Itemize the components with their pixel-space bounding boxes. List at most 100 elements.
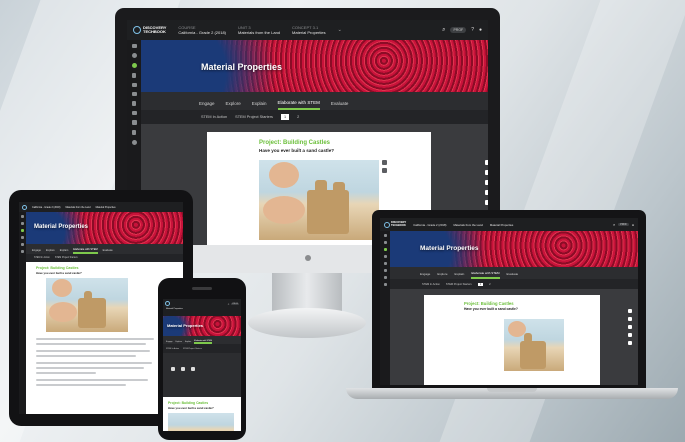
profile-icon[interactable]: ● bbox=[479, 27, 482, 33]
sidebar-item-assess[interactable] bbox=[131, 120, 137, 125]
sidebar-item-book[interactable] bbox=[21, 243, 24, 246]
project-question: Have you ever built a sand castle? bbox=[464, 307, 518, 311]
sidebar-item-map[interactable] bbox=[132, 130, 136, 135]
subtab-stem-project-starters[interactable]: STEM Project Starters bbox=[55, 257, 78, 259]
techbook-logo[interactable]: DISCOVERY TECHBOOK bbox=[133, 26, 166, 34]
subtab-stem-project-starters[interactable]: STEM Project Starters bbox=[446, 283, 472, 286]
share-icon[interactable] bbox=[628, 317, 632, 321]
breadcrumb-course[interactable]: California - Grade 2 (2018) bbox=[413, 223, 446, 227]
breadcrumb-course[interactable]: COURSE California - Grade 2 (2018) bbox=[178, 25, 226, 35]
help-icon[interactable]: ? bbox=[471, 27, 474, 33]
breadcrumb-unit[interactable]: UNIT 3 Materials from the Land bbox=[238, 25, 280, 35]
subtab-stem-in-action[interactable]: STEM In Action bbox=[166, 348, 179, 350]
plus-icon[interactable] bbox=[485, 160, 488, 165]
user-pill[interactable]: PROF bbox=[450, 27, 467, 33]
sidebar-item-book[interactable] bbox=[383, 262, 387, 265]
tab-elaborate[interactable]: Elaborate with STEM bbox=[277, 100, 320, 110]
hero-banner: Material Properties bbox=[141, 40, 488, 92]
left-sidebar bbox=[19, 212, 26, 414]
search-icon[interactable]: ⌕ bbox=[442, 27, 445, 34]
breadcrumb-concept[interactable]: CONCEPT 3.1 Material Properties bbox=[292, 25, 326, 35]
tab-explain[interactable]: Explain bbox=[252, 101, 267, 110]
print-icon[interactable] bbox=[191, 367, 195, 371]
share-icon[interactable] bbox=[181, 367, 185, 371]
phone-speaker bbox=[192, 287, 212, 290]
breadcrumb-unit[interactable]: Materials from the Land bbox=[453, 223, 482, 227]
print-icon[interactable] bbox=[485, 180, 488, 185]
tab-explain[interactable]: Explain bbox=[455, 272, 465, 279]
profile-icon[interactable]: ● bbox=[632, 223, 634, 227]
sidebar-item-home[interactable] bbox=[383, 234, 387, 237]
techbook-logo[interactable] bbox=[22, 204, 27, 210]
sidebar-item-globe[interactable] bbox=[21, 222, 24, 225]
page-1-button[interactable]: 1 bbox=[280, 114, 290, 120]
user-pill[interactable]: PROF bbox=[231, 302, 239, 305]
zoom-out-icon[interactable] bbox=[382, 168, 387, 173]
breadcrumb-unit[interactable]: Materials from the Land bbox=[65, 206, 90, 209]
bookmark-icon[interactable] bbox=[485, 190, 488, 195]
hero-title: Material Properties bbox=[167, 323, 204, 328]
page-2-button[interactable]: 2 bbox=[489, 283, 490, 286]
sub-tabs: STEM In Action STEM Project Starters bbox=[26, 254, 183, 262]
tab-evaluate[interactable]: Evaluate bbox=[507, 272, 519, 279]
sidebar-item-tools[interactable] bbox=[21, 236, 24, 239]
sidebar-item-video[interactable] bbox=[21, 250, 24, 253]
zoom-in-icon[interactable] bbox=[382, 160, 387, 165]
translate-icon[interactable] bbox=[485, 200, 488, 205]
page-2-button[interactable]: 2 bbox=[297, 115, 299, 119]
notes-icon[interactable] bbox=[628, 341, 632, 345]
search-icon[interactable]: ⌕ bbox=[228, 302, 230, 306]
subtab-stem-project-starters[interactable]: STEM Project Starters bbox=[183, 348, 202, 350]
project-question: Have you ever built a sand castle? bbox=[168, 406, 214, 410]
tab-explore[interactable]: Explore bbox=[226, 101, 241, 110]
sidebar-item-notes[interactable] bbox=[383, 283, 387, 286]
sidebar-item-home[interactable] bbox=[21, 215, 24, 218]
sidebar-item-globe[interactable] bbox=[383, 241, 387, 244]
sidebar-item-video[interactable] bbox=[383, 269, 387, 272]
bookmark-icon[interactable] bbox=[628, 333, 632, 337]
sidebar-item-video[interactable] bbox=[131, 92, 137, 96]
print-icon[interactable] bbox=[628, 325, 632, 329]
tab-engage[interactable]: Engage bbox=[420, 272, 430, 279]
breadcrumb-concept[interactable]: Material Properties bbox=[166, 308, 238, 310]
tab-engage[interactable]: Engage bbox=[199, 101, 215, 110]
user-pill[interactable]: PROF bbox=[618, 223, 629, 226]
tab-elaborate[interactable]: Elaborate with STEM bbox=[471, 271, 500, 279]
monitor-stand bbox=[272, 273, 342, 313]
breadcrumb-concept[interactable]: Material Properties bbox=[96, 206, 116, 209]
sidebar-item-tools[interactable] bbox=[132, 73, 136, 78]
sidebar-item-concept[interactable] bbox=[21, 229, 24, 232]
chevron-down-icon[interactable]: ⌄ bbox=[338, 27, 342, 33]
share-icon[interactable] bbox=[485, 170, 488, 175]
subtab-stem-in-action[interactable]: STEM In Action bbox=[422, 283, 440, 286]
tab-explore[interactable]: Explore bbox=[437, 272, 447, 279]
sidebar-item-home[interactable] bbox=[131, 44, 137, 48]
plus-icon[interactable] bbox=[628, 309, 632, 313]
sidebar-item-concept[interactable] bbox=[383, 248, 387, 251]
laptop-device: DISCOVERY TECHBOOK California - Grade 2 … bbox=[372, 210, 646, 390]
sidebar-item-notes[interactable] bbox=[131, 111, 137, 115]
hero-banner: Material Properties bbox=[163, 316, 241, 336]
subtab-stem-in-action[interactable]: STEM In Action bbox=[34, 257, 50, 259]
breadcrumb-concept[interactable]: Material Properties bbox=[490, 223, 513, 227]
search-icon[interactable]: ⌕ bbox=[613, 222, 615, 227]
sidebar-item-lab[interactable] bbox=[383, 276, 387, 279]
tab-evaluate[interactable]: Evaluate bbox=[331, 101, 349, 110]
sidebar-item-globe[interactable] bbox=[131, 53, 137, 58]
hero-title: Material Properties bbox=[201, 62, 283, 72]
page-1-button[interactable]: 1 bbox=[477, 282, 484, 286]
sidebar-item-tools[interactable] bbox=[383, 255, 387, 258]
sub-tabs: STEM In Action STEM Project Starters 1 2 bbox=[390, 279, 638, 289]
techbook-logo[interactable] bbox=[165, 301, 170, 306]
sidebar-item-user[interactable] bbox=[131, 140, 137, 145]
sidebar-item-lab[interactable] bbox=[132, 101, 136, 106]
plus-icon[interactable] bbox=[171, 367, 175, 371]
sidebar-item-book[interactable] bbox=[131, 83, 137, 87]
subtab-stem-in-action[interactable]: STEM In Action bbox=[201, 115, 227, 119]
subtab-stem-project-starters[interactable]: STEM Project Starters bbox=[235, 115, 273, 119]
sidebar-item-concept[interactable] bbox=[131, 63, 137, 68]
breadcrumb-course[interactable]: California - Grade 2 (2018) bbox=[32, 206, 60, 209]
techbook-logo[interactable]: DISCOVERY TECHBOOK bbox=[384, 221, 406, 228]
hero-title: Material Properties bbox=[420, 245, 479, 252]
hero-banner: Material Properties bbox=[390, 231, 638, 267]
